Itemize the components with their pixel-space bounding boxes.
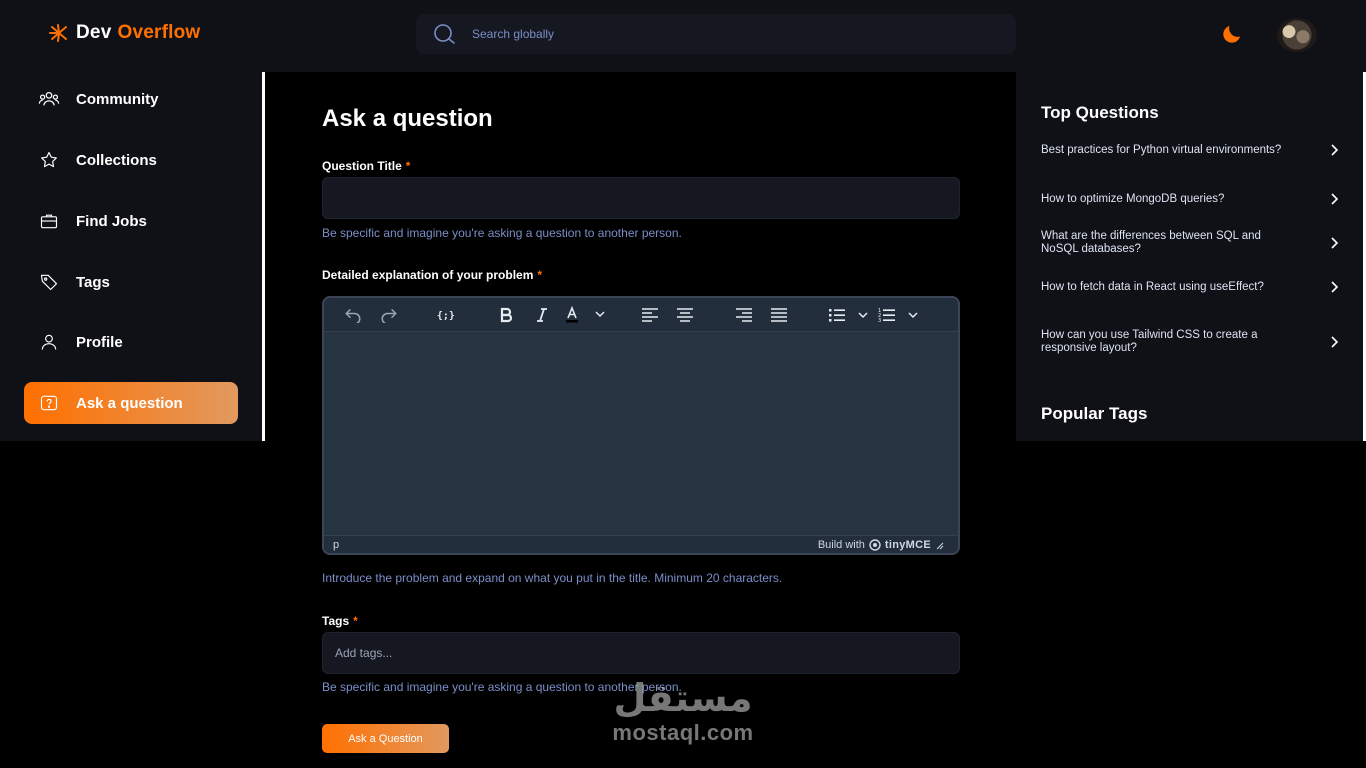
main-content: Ask a question Question Title * Be specif… — [265, 72, 1016, 768]
justify-icon[interactable] — [769, 305, 789, 325]
sidebar-item-label: Find Jobs — [76, 212, 147, 230]
rich-text-editor: {;} 1 2 3 p Build with tinyMCE — [322, 296, 960, 555]
sidebar-item-find-jobs[interactable]: Find Jobs — [24, 200, 238, 242]
sidebar-item-collections[interactable]: Collections — [24, 139, 238, 181]
sidebar-item-label: Community — [76, 90, 159, 108]
undo-icon[interactable] — [342, 305, 364, 325]
moon-icon[interactable] — [1220, 22, 1244, 46]
briefcase-icon — [38, 210, 60, 232]
avatar[interactable] — [1277, 18, 1317, 52]
tags-label: Tags * — [322, 614, 358, 628]
editor-status-bar: p Build with tinyMCE — [324, 535, 958, 553]
explanation-label-text: Detailed explanation of your problem — [322, 268, 534, 282]
logo-icon — [49, 24, 67, 42]
branding-prefix: Build with — [817, 539, 865, 551]
user-icon — [38, 331, 60, 353]
top-question-text: What are the differences between SQL and… — [1041, 230, 1261, 255]
branding-name: tinyMCE — [884, 539, 931, 551]
sidebar-item-label: Collections — [76, 151, 157, 169]
sidebar-item-profile[interactable]: Profile — [24, 321, 238, 363]
watermark-latin: mostaql.com — [612, 720, 754, 745]
chevron-right-icon — [1331, 237, 1339, 249]
search-icon — [434, 24, 455, 44]
chevron-right-icon — [1331, 193, 1339, 205]
resize-handle-icon[interactable] — [935, 541, 944, 550]
editor-element-path[interactable]: p — [333, 539, 339, 551]
top-questions-title: Top Questions — [1041, 103, 1159, 122]
required-mark: * — [353, 614, 358, 628]
sidebar-item-community[interactable]: Community — [24, 78, 238, 120]
tinymce-logo-icon — [869, 539, 881, 551]
editor-content-area[interactable] — [324, 332, 958, 535]
top-question-text: How to fetch data in React using useEffe… — [1041, 280, 1264, 293]
question-title-label: Question Title * — [322, 159, 410, 173]
redo-icon[interactable] — [378, 305, 400, 325]
explanation-label: Detailed explanation of your problem * — [322, 268, 542, 282]
sidebar-item-tags[interactable]: Tags — [24, 261, 238, 303]
code-sample-icon[interactable]: {;} — [434, 305, 458, 325]
watermark: مستقل mostaql.com — [598, 676, 768, 756]
sidebar-item-label: Ask a question — [76, 394, 183, 412]
popular-tags-title: Popular Tags — [1041, 404, 1148, 423]
left-sidebar: Community Collections Find Jobs Tags Pro… — [0, 72, 262, 441]
logo-text-dev: Dev — [76, 22, 112, 43]
top-question-item[interactable]: How to optimize MongoDB queries? — [1041, 192, 1341, 206]
chevron-right-icon — [1331, 281, 1339, 293]
star-icon — [38, 149, 60, 171]
top-question-text: Best practices for Python virtual enviro… — [1041, 143, 1282, 156]
logo[interactable]: Dev Overflow — [48, 22, 200, 44]
logo-text-overflow: Overflow — [117, 22, 201, 43]
top-question-text: How can you use Tailwind CSS to create a… — [1041, 329, 1258, 354]
chevron-right-icon — [1331, 336, 1339, 348]
ask-question-submit-button[interactable]: Ask a Question — [322, 724, 449, 753]
global-search[interactable] — [416, 14, 1016, 54]
align-right-icon[interactable] — [734, 305, 754, 325]
explanation-hint: Introduce the problem and expand on what… — [322, 571, 783, 585]
tags-label-text: Tags — [322, 614, 350, 628]
top-question-item[interactable]: How can you use Tailwind CSS to create a… — [1041, 329, 1341, 355]
bullet-list-icon[interactable] — [828, 305, 870, 325]
svg-text:3: 3 — [878, 318, 881, 323]
top-question-item[interactable]: How to fetch data in React using useEffe… — [1041, 280, 1341, 294]
top-question-item[interactable]: What are the differences between SQL and… — [1041, 230, 1341, 256]
watermark-arabic: مستقل — [613, 676, 753, 720]
search-input[interactable] — [472, 27, 972, 41]
editor-branding[interactable]: Build with tinyMCE — [818, 539, 944, 551]
sidebar-item-ask-question[interactable]: Ask a question — [24, 382, 238, 424]
chevron-right-icon — [1331, 144, 1339, 156]
required-mark: * — [537, 268, 543, 282]
question-title-label-text: Question Title — [322, 159, 402, 173]
align-left-icon[interactable] — [640, 305, 660, 325]
sidebar-item-label: Profile — [76, 333, 123, 351]
sidebar-item-label: Tags — [76, 273, 110, 291]
question-title-hint: Be specific and imagine you're asking a … — [322, 226, 682, 240]
question-title-input[interactable] — [322, 177, 960, 219]
users-icon — [38, 88, 60, 110]
italic-icon[interactable] — [532, 305, 552, 325]
tag-icon — [38, 271, 60, 293]
numbered-list-icon[interactable]: 123 — [878, 305, 920, 325]
top-question-item[interactable]: Best practices for Python virtual enviro… — [1041, 143, 1341, 157]
right-sidebar: Top Questions Best practices for Python … — [1016, 72, 1363, 441]
svg-text:{;}: {;} — [437, 310, 455, 321]
tags-input[interactable] — [322, 632, 960, 674]
editor-toolbar: {;} 1 2 3 — [324, 298, 958, 332]
question-icon — [38, 392, 60, 414]
top-navbar: Dev Overflow — [0, 0, 1366, 72]
align-center-icon[interactable] — [675, 305, 695, 325]
text-color-icon[interactable] — [564, 305, 608, 325]
page-title: Ask a question — [322, 105, 493, 132]
bold-icon[interactable] — [496, 305, 516, 325]
required-mark: * — [405, 159, 411, 173]
top-question-text: How to optimize MongoDB queries? — [1041, 192, 1225, 205]
